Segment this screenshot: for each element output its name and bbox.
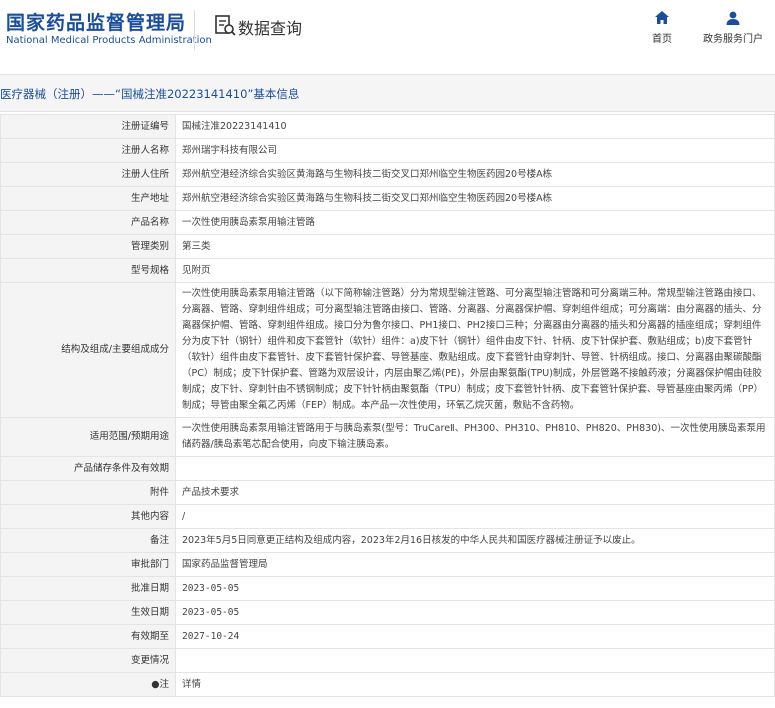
detail-table: 注册证编号 国械注准20223141410 注册人名称 郑州瑞宇科技有限公司 注… — [0, 114, 775, 697]
row-label: 适用范围/预期用途 — [0, 417, 176, 457]
table-row: ●注 详情 — [0, 672, 775, 697]
nav-home[interactable]: 首页 — [645, 10, 679, 45]
table-row: 生产地址 郑州航空港经济综合实验区黄海路与生物科技二街交叉口郑州临空生物医药园2… — [0, 186, 775, 211]
table-row: 审批部门 国家药品监督管理局 — [0, 552, 775, 577]
row-value: 2023-05-05 — [175, 600, 775, 625]
table-row: 其他内容 / — [0, 504, 775, 529]
row-label: 注册人名称 — [0, 138, 176, 163]
row-label: 生效日期 — [0, 600, 176, 625]
data-query-title: 数据查询 — [238, 19, 303, 38]
row-label: 生产地址 — [0, 186, 176, 211]
row-label: 变更情况 — [0, 648, 176, 673]
row-value — [175, 648, 775, 673]
table-row: 产品储存条件及有效期 — [0, 456, 775, 481]
row-value: 一次性使用胰岛素泵用输注管路用于与胰岛素泵(型号：TruCareⅡ、PH300、… — [175, 417, 775, 457]
row-value: 郑州航空港经济综合实验区黄海路与生物科技二街交叉口郑州临空生物医药园20号楼A栋 — [175, 186, 775, 211]
nav-service-portal[interactable]: 政务服务门户 — [698, 10, 768, 45]
table-row: 有效期至 2027-10-24 — [0, 624, 775, 649]
row-label: 批准日期 — [0, 576, 176, 601]
table-row: 注册人名称 郑州瑞宇科技有限公司 — [0, 138, 775, 163]
header: 国家药品监督管理局 National Medical Products Admi… — [0, 0, 775, 64]
table-row: 注册证编号 国械注准20223141410 — [0, 114, 775, 139]
row-label: 产品名称 — [0, 210, 176, 235]
row-label: 结构及组成/主要组成成分 — [0, 282, 176, 418]
nav-home-label: 首页 — [652, 34, 672, 45]
row-value: 2023-05-05 — [175, 576, 775, 601]
row-value: 郑州瑞宇科技有限公司 — [175, 138, 775, 163]
table-row: 产品名称 一次性使用胰岛素泵用输注管路 — [0, 210, 775, 235]
row-label: 备注 — [0, 528, 176, 553]
row-value: 2023年5月5日同意更正结构及组成内容，2023年2月16日核发的中华人民共和… — [175, 528, 775, 553]
row-label: 其他内容 — [0, 504, 176, 529]
row-label: 注册证编号 — [0, 114, 176, 139]
row-value: 国家药品监督管理局 — [175, 552, 775, 577]
row-label: 型号规格 — [0, 258, 176, 283]
table-row: 批准日期 2023-05-05 — [0, 576, 775, 601]
table-row: 变更情况 — [0, 648, 775, 673]
user-icon — [726, 11, 740, 25]
row-label: 管理类别 — [0, 234, 176, 259]
row-value: 见附页 — [175, 258, 775, 283]
table-row: 注册人住所 郑州航空港经济综合实验区黄海路与生物科技二街交叉口郑州临空生物医药园… — [0, 162, 775, 187]
row-label: 注册人住所 — [0, 162, 176, 187]
table-row: 适用范围/预期用途 一次性使用胰岛素泵用输注管路用于与胰岛素泵(型号：TruCa… — [0, 417, 775, 457]
table-row: 备注 2023年5月5日同意更正结构及组成内容，2023年2月16日核发的中华人… — [0, 528, 775, 553]
table-row: 管理类别 第三类 — [0, 234, 775, 259]
row-label: 审批部门 — [0, 552, 176, 577]
table-row: 生效日期 2023-05-05 — [0, 600, 775, 625]
row-value: 2027-10-24 — [175, 624, 775, 649]
row-label: 产品储存条件及有效期 — [0, 456, 176, 481]
nav-portal-label: 政务服务门户 — [703, 34, 763, 45]
data-query-icon — [215, 15, 236, 36]
row-value: 郑州航空港经济综合实验区黄海路与生物科技二街交叉口郑州临空生物医药园20号楼A栋 — [175, 162, 775, 187]
table-row: 结构及组成/主要组成成分 一次性使用胰岛素泵用输注管路（以下简称输注管路）分为常… — [0, 282, 775, 418]
row-value: / — [175, 504, 775, 529]
row-value: 一次性使用胰岛素泵用输注管路 — [175, 210, 775, 235]
table-row: 型号规格 见附页 — [0, 258, 775, 283]
row-value — [175, 456, 775, 481]
breadcrumb: 医疗器械（注册）——“国械注准20223141410”基本信息 — [0, 74, 775, 112]
logo-title-cn[interactable]: 国家药品监督管理局 — [6, 8, 186, 35]
home-icon — [655, 11, 669, 24]
row-value: 产品技术要求 — [175, 480, 775, 505]
row-value: 第三类 — [175, 234, 775, 259]
row-label: 附件 — [0, 480, 176, 505]
row-label: 有效期至 — [0, 624, 176, 649]
logo-title-en[interactable]: National Medical Products Administration — [6, 35, 212, 46]
row-value: 国械注准20223141410 — [175, 114, 775, 139]
row-value: 一次性使用胰岛素泵用输注管路（以下简称输注管路）分为常规型输注管路、可分离型输注… — [175, 282, 775, 418]
table-row: 附件 产品技术要求 — [0, 480, 775, 505]
details-link[interactable]: 详情 — [175, 672, 775, 697]
header-divider — [194, 10, 195, 50]
row-label: ●注 — [0, 672, 176, 697]
